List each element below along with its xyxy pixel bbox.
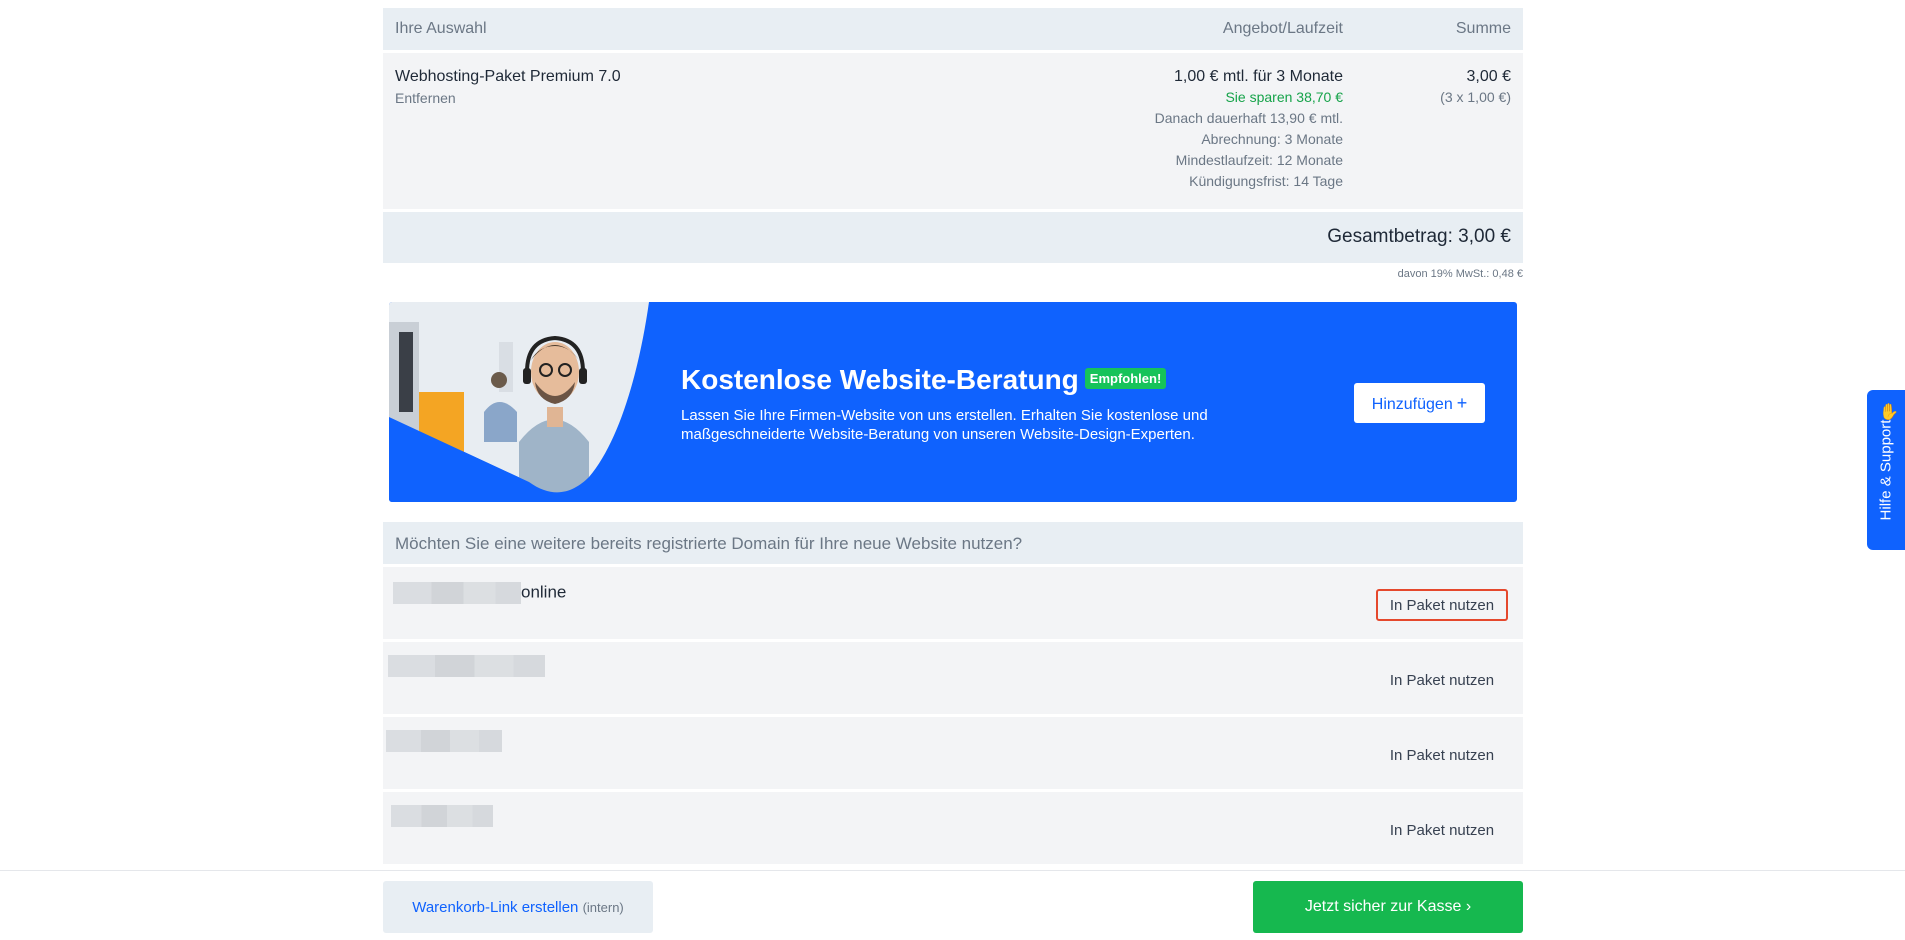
billing-period: Abrechnung: 3 Monate	[1201, 131, 1343, 147]
intern-note: (intern)	[582, 899, 624, 915]
min-term: Mindestlaufzeit: 12 Monate	[1175, 152, 1343, 168]
offer-price: 1,00 € mtl. für 3 Monate	[1174, 68, 1343, 85]
checkout-label: Jetzt sicher zur Kasse	[1304, 898, 1462, 915]
domain-name	[386, 730, 502, 752]
domain-name: online	[393, 582, 566, 604]
redacted-domain	[393, 582, 521, 604]
cart-item-row: Webhosting-Paket Premium 7.0 Entfernen 1…	[383, 53, 1523, 209]
sum-detail: (3 x 1,00 €)	[1440, 89, 1511, 105]
remove-link[interactable]: Entfernen	[395, 90, 456, 106]
checkout-button[interactable]: Jetzt sicher zur Kasse ›	[1253, 881, 1523, 933]
use-in-package-button[interactable]: In Paket nutzen	[1376, 589, 1508, 621]
domain-question-header: Möchten Sie eine weitere bereits registr…	[383, 522, 1523, 564]
consulting-banner: Kostenlose Website-Beratung Empfohlen! La…	[389, 302, 1517, 502]
total-amount: Gesamtbetrag: 3,00 €	[1327, 226, 1511, 247]
redacted-domain	[388, 655, 545, 677]
total-row: Gesamtbetrag: 3,00 €	[383, 212, 1523, 263]
notice-period: Kündigungsfrist: 14 Tage	[1189, 173, 1343, 189]
banner-title-text: Kostenlose Website-Beratung	[681, 364, 1079, 395]
cart-table-header: Ihre Auswahl Angebot/Laufzeit Summe	[383, 8, 1523, 50]
domain-name	[391, 805, 493, 827]
use-in-package-button[interactable]: In Paket nutzen	[1376, 814, 1508, 846]
col-offer: Angebot/Laufzeit	[1222, 20, 1343, 37]
domain-row: In Paket nutzen	[383, 717, 1523, 789]
savings-text: Sie sparen 38,70 €	[1225, 89, 1343, 105]
redacted-domain	[391, 805, 493, 827]
help-support-tab[interactable]: ✋ Hilfe & Support	[1867, 390, 1905, 550]
add-button-label: Hinzufügen	[1371, 395, 1453, 413]
domain-row: In Paket nutzen	[383, 792, 1523, 864]
use-in-package-button[interactable]: In Paket nutzen	[1376, 739, 1508, 771]
sum-value: 3,00 €	[1466, 68, 1511, 85]
chevron-right-icon: ›	[1465, 898, 1472, 915]
cart-link-label: Warenkorb-Link erstellen	[412, 898, 579, 916]
banner-text: Lassen Sie Ihre Firmen-Website von uns e…	[681, 407, 1208, 443]
domain-name	[388, 655, 545, 677]
domain-question: Möchten Sie eine weitere bereits registr…	[395, 534, 1023, 553]
redacted-domain	[386, 730, 502, 752]
item-sum: 3,00 € (3 x 1,00 €)	[1440, 68, 1511, 105]
use-in-package-button[interactable]: In Paket nutzen	[1376, 664, 1508, 696]
sticky-footer: Warenkorb-Link erstellen (intern) Jetzt …	[0, 870, 1905, 940]
plus-icon: +	[1456, 392, 1468, 413]
consultant-photo	[389, 302, 649, 502]
domain-row: In Paket nutzen	[383, 642, 1523, 714]
domain-row: online In Paket nutzen	[383, 567, 1523, 639]
offer-details: 1,00 € mtl. für 3 Monate Sie sparen 38,7…	[1155, 68, 1343, 189]
domain-suffix: online	[521, 582, 567, 602]
help-label: Hilfe & Support	[1877, 419, 1895, 521]
col-sum: Summe	[1455, 20, 1511, 37]
add-consulting-button[interactable]: Hinzufügen +	[1354, 383, 1485, 423]
recommended-badge: Empfohlen!	[1084, 368, 1167, 390]
col-selection: Ihre Auswahl	[395, 20, 487, 37]
product-name: Webhosting-Paket Premium 7.0	[395, 68, 621, 85]
after-price: Danach dauerhaft 13,90 € mtl.	[1154, 110, 1343, 126]
vat-note: davon 19% MwSt.: 0,48 €	[1397, 268, 1523, 280]
banner-title: Kostenlose Website-Beratung Empfohlen!	[681, 364, 1167, 396]
create-cart-link-button[interactable]: Warenkorb-Link erstellen (intern)	[383, 881, 653, 933]
